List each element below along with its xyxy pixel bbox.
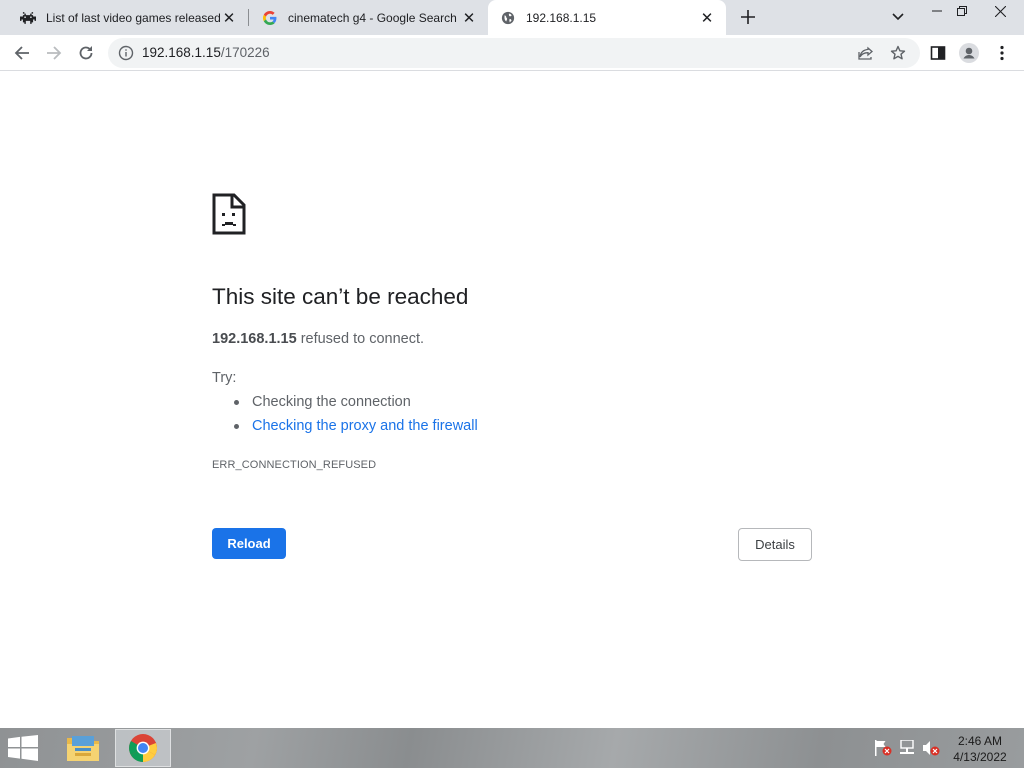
globe-icon: [500, 10, 516, 26]
clock-date: 4/13/2022: [953, 750, 1007, 764]
side-panel-icon: [930, 46, 946, 60]
try-label: Try:: [212, 370, 237, 386]
tab-title: cinematech g4 - Google Search: [288, 10, 457, 25]
browser-toolbar: 192.168.1.15/170226: [0, 35, 1024, 71]
clock-time: 2:46 AM: [957, 734, 1003, 748]
tab-strip: List of last video games released ✕ cine…: [0, 0, 1024, 35]
chevron-down-icon: [892, 13, 904, 21]
error-code: ERR_CONNECTION_REFUSED: [212, 459, 377, 471]
star-icon: [890, 45, 906, 60]
minimize-icon: [932, 10, 942, 12]
tab-search-button[interactable]: [888, 7, 908, 27]
error-heading: This site can’t be reached: [212, 284, 469, 309]
file-explorer-icon: [67, 736, 99, 761]
page-content: This site can’t be reached 192.168.1.15 …: [0, 71, 1024, 728]
back-button[interactable]: [8, 39, 36, 67]
restore-icon: [957, 6, 967, 16]
volume-muted-icon[interactable]: [922, 740, 940, 756]
close-tab-icon[interactable]: ✕: [698, 9, 716, 27]
avatar-icon: [959, 43, 979, 63]
suggestions-list: Checking the connection Checking the pro…: [234, 393, 478, 441]
bookmark-button[interactable]: [884, 39, 912, 67]
system-clock[interactable]: 2:46 AM 4/13/2022: [944, 733, 1016, 765]
tab-divider: [248, 9, 249, 26]
kebab-menu-icon: [1000, 45, 1004, 61]
plus-icon: [741, 10, 755, 24]
file-explorer-button[interactable]: [55, 729, 111, 767]
suggestion-check-proxy-link[interactable]: Checking the proxy and the firewall: [234, 417, 478, 441]
tab-title: List of last video games released: [46, 10, 220, 25]
close-icon: [994, 5, 1006, 17]
details-button[interactable]: Details: [738, 528, 812, 561]
error-summary: 192.168.1.15 refused to connect.: [212, 331, 424, 347]
tab-active-page[interactable]: 192.168.1.15 ✕: [488, 0, 726, 35]
side-panel-button[interactable]: [924, 39, 952, 67]
tab-video-games[interactable]: List of last video games released ✕: [8, 0, 248, 35]
tab-google-search[interactable]: cinematech g4 - Google Search ✕: [250, 0, 488, 35]
action-center-flag-icon[interactable]: [874, 740, 892, 756]
share-button[interactable]: [852, 39, 880, 67]
error-host: 192.168.1.15: [212, 331, 297, 347]
tab-title: 192.168.1.15: [526, 10, 597, 25]
share-icon: [858, 46, 873, 60]
sad-page-icon: [212, 193, 246, 235]
menu-button[interactable]: [988, 39, 1016, 67]
arrow-right-icon: [47, 46, 62, 60]
chrome-icon: [129, 734, 157, 762]
address-bar[interactable]: 192.168.1.15/170226: [108, 38, 920, 68]
close-tab-icon[interactable]: ✕: [220, 9, 238, 27]
arrow-left-icon: [14, 46, 29, 60]
close-tab-icon[interactable]: ✕: [460, 9, 478, 27]
info-icon[interactable]: [118, 45, 134, 61]
url-text[interactable]: 192.168.1.15/170226: [142, 45, 270, 60]
windows-start-icon[interactable]: [8, 735, 38, 761]
url-path: /170226: [220, 45, 270, 60]
profile-button[interactable]: [955, 39, 983, 67]
chrome-taskbar-button[interactable]: [115, 729, 171, 767]
suggestion-check-connection: Checking the connection: [234, 393, 478, 417]
reload-button[interactable]: Reload: [212, 528, 286, 559]
restore-button[interactable]: [945, 0, 979, 22]
forward-button[interactable]: [40, 39, 68, 67]
network-icon[interactable]: [898, 740, 916, 756]
reload-toolbar-button[interactable]: [72, 39, 100, 67]
error-summary-suffix: refused to connect.: [296, 331, 425, 347]
url-host: 192.168.1.15: [142, 45, 221, 60]
close-window-button[interactable]: [983, 0, 1017, 22]
google-g-icon: [262, 10, 278, 26]
space-invader-icon: [20, 10, 36, 26]
taskbar: 2:46 AM 4/13/2022: [0, 728, 1024, 768]
refresh-icon: [79, 46, 93, 60]
new-tab-button[interactable]: [736, 5, 760, 29]
